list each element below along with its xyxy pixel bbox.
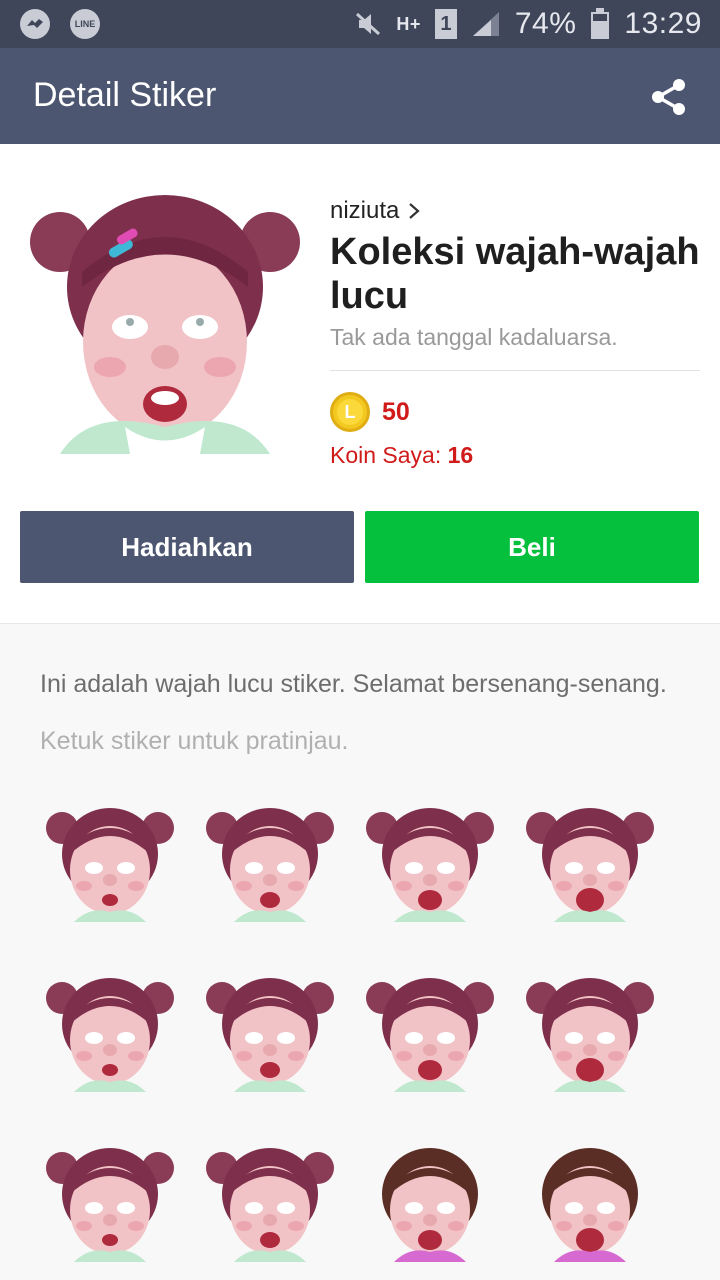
sticker-preview[interactable] xyxy=(520,802,660,922)
author-link[interactable]: niziuta xyxy=(330,197,421,225)
sticker-description: Ini adalah wajah lucu stiker. Selamat be… xyxy=(40,670,667,698)
sim-number: 1 xyxy=(440,12,452,35)
sticker-detail: niziuta Koleksi wajah-wajah lucu Tak ada… xyxy=(0,144,720,1280)
buy-button[interactable]: Beli xyxy=(365,511,699,583)
network-type: H+ xyxy=(396,13,421,34)
sticker-preview[interactable] xyxy=(360,1142,500,1262)
sticker-preview[interactable] xyxy=(200,1142,340,1262)
sticker-preview[interactable] xyxy=(40,802,180,922)
coin-letter: L xyxy=(337,399,363,425)
clock: 13:29 xyxy=(624,7,702,40)
gift-button[interactable]: Hadiahkan xyxy=(20,511,354,583)
chevron-right-icon xyxy=(409,203,421,219)
signal-icon xyxy=(472,12,499,36)
sticker-title: Koleksi wajah-wajah lucu xyxy=(330,231,700,317)
my-coins-label: Koin Saya: xyxy=(330,442,442,468)
sticker-preview[interactable] xyxy=(520,1142,660,1262)
author-name: niziuta xyxy=(330,197,400,224)
preview-hint: Ketuk stiker untuk pratinjau. xyxy=(40,727,349,755)
price-row: L 50 xyxy=(330,392,410,432)
mute-icon xyxy=(356,12,381,36)
expiry-text: Tak ada tanggal kadaluarsa. xyxy=(330,324,618,350)
svg-text:LINE: LINE xyxy=(75,19,96,29)
sim1-icon: 1 xyxy=(434,9,457,39)
messenger-icon xyxy=(20,9,50,39)
my-coins: Koin Saya: 16 xyxy=(330,442,473,469)
status-left-icons: LINE xyxy=(20,9,100,39)
status-right: H+ 1 74% 13:29 xyxy=(354,0,702,48)
sticker-preview[interactable] xyxy=(360,972,500,1092)
share-icon xyxy=(652,79,685,115)
sticker-preview[interactable] xyxy=(200,972,340,1092)
share-button[interactable] xyxy=(646,74,692,120)
battery-percent: 74% xyxy=(514,7,577,40)
coin-icon: L xyxy=(330,392,370,432)
preview-section: Ini adalah wajah lucu stiker. Selamat be… xyxy=(0,624,720,1280)
sticker-preview[interactable] xyxy=(200,802,340,922)
line-icon: LINE xyxy=(70,9,100,39)
price-value: 50 xyxy=(382,397,410,426)
app-bar: Detail Stiker xyxy=(0,48,720,144)
divider xyxy=(330,370,700,371)
sticker-preview[interactable] xyxy=(520,972,660,1092)
battery-icon xyxy=(591,8,610,39)
sticker-preview[interactable] xyxy=(40,972,180,1092)
sticker-preview[interactable] xyxy=(360,802,500,922)
status-bar: LINE H+ 1 74% 13:29 xyxy=(0,0,720,48)
sticker-preview[interactable] xyxy=(40,1142,180,1262)
page-title: Detail Stiker xyxy=(33,76,217,114)
my-coins-value: 16 xyxy=(447,442,474,468)
sticker-main-image xyxy=(30,195,300,454)
